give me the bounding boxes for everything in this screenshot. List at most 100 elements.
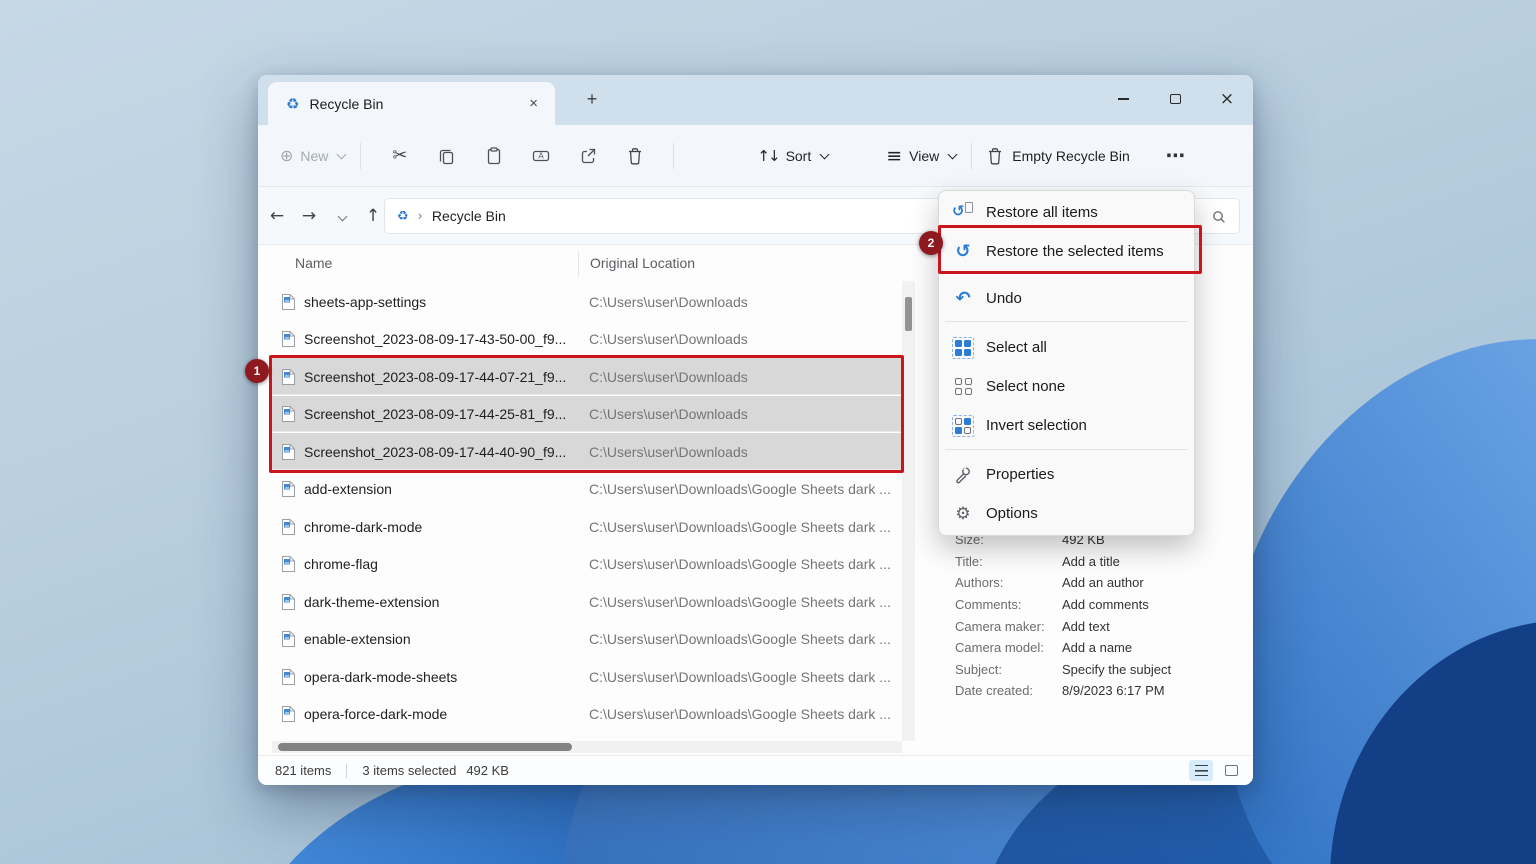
- menu-item-label: Select none: [986, 378, 1066, 395]
- svg-text:A: A: [538, 151, 544, 160]
- menu-item-label: Options: [986, 505, 1038, 522]
- selected-size: 492 KB: [466, 763, 509, 778]
- minimize-button[interactable]: [1097, 75, 1149, 123]
- address-bar[interactable]: ♻ › Recycle Bin: [384, 198, 1028, 234]
- detail-label: Camera maker:: [955, 618, 1045, 634]
- new-tab-button[interactable]: +: [578, 85, 606, 113]
- delete-button[interactable]: [611, 137, 658, 175]
- search-icon: [1213, 211, 1225, 223]
- tab-recycle-bin[interactable]: ♻ Recycle Bin ×: [268, 82, 555, 125]
- detail-value: 8/9/2023 6:17 PM: [1062, 683, 1165, 699]
- recycle-bin-icon: ♻: [286, 94, 300, 113]
- details-view-toggle[interactable]: [1189, 760, 1213, 781]
- file-name: enable-extension: [304, 631, 411, 648]
- column-header-name[interactable]: Name: [295, 255, 332, 271]
- breadcrumb-chevron-icon: ›: [417, 208, 423, 224]
- rename-icon: A: [532, 150, 550, 161]
- detail-value[interactable]: Add an author: [1062, 575, 1144, 590]
- paste-button[interactable]: [470, 137, 517, 175]
- detail-value[interactable]: Add a title: [1062, 554, 1120, 569]
- view-button[interactable]: ≡ View: [886, 145, 958, 167]
- file-location: C:\Users\user\Downloads\Google Sheets da…: [589, 668, 891, 685]
- table-row[interactable]: enable-extension C:\Users\user\Downloads…: [272, 621, 902, 659]
- cut-button[interactable]: ✂: [376, 137, 423, 175]
- selected-count: 3 items selected: [362, 763, 457, 778]
- image-file-icon: [282, 331, 295, 348]
- detail-value[interactable]: Add text: [1062, 619, 1110, 634]
- items-count: 821 items: [275, 763, 332, 778]
- forward-button[interactable]: →: [300, 206, 318, 226]
- horizontal-scrollbar[interactable]: [272, 741, 902, 753]
- close-button[interactable]: ×: [1201, 75, 1253, 123]
- menu-item-properties[interactable]: Properties: [939, 455, 1194, 494]
- detail-value[interactable]: Add comments: [1062, 597, 1149, 612]
- menu-item-select-none[interactable]: Select none: [939, 367, 1194, 406]
- table-row[interactable]: chrome-flag C:\Users\user\Downloads\Goog…: [272, 546, 902, 584]
- chevron-down-icon: [337, 211, 348, 222]
- menu-item-invert-selection[interactable]: Invert selection: [939, 406, 1194, 445]
- new-button-label: New: [300, 147, 329, 164]
- table-row[interactable]: opera-dark-mode-sheets C:\Users\user\Dow…: [272, 658, 902, 696]
- more-options-button[interactable]: ⋯: [1166, 145, 1185, 167]
- horizontal-scrollbar-thumb[interactable]: [278, 743, 572, 751]
- column-divider[interactable]: [578, 251, 579, 277]
- menu-divider: [945, 449, 1188, 450]
- image-file-icon: [282, 706, 295, 723]
- vertical-scrollbar[interactable]: [902, 281, 915, 741]
- share-button[interactable]: [564, 137, 611, 175]
- table-row[interactable]: dark-theme-extension C:\Users\user\Downl…: [272, 583, 902, 621]
- sort-button[interactable]: ↑↓ Sort: [757, 146, 830, 165]
- selection-annotation-box: [269, 355, 904, 473]
- breadcrumb[interactable]: Recycle Bin: [432, 208, 506, 224]
- tab-close-icon[interactable]: ×: [524, 94, 543, 113]
- menu-divider: [945, 321, 1188, 322]
- empty-recycle-bin-button[interactable]: Empty Recycle Bin: [987, 147, 1130, 165]
- table-row[interactable]: chrome-dark-mode C:\Users\user\Downloads…: [272, 508, 902, 546]
- image-file-icon: [282, 631, 295, 648]
- toolbar-divider: [673, 142, 675, 169]
- empty-recycle-bin-label: Empty Recycle Bin: [1012, 147, 1130, 164]
- view-toggles: [1189, 760, 1243, 781]
- back-button[interactable]: ←: [268, 206, 286, 226]
- tab-title: Recycle Bin: [309, 95, 384, 112]
- detail-value[interactable]: Add a name: [1062, 640, 1132, 655]
- file-rows: sheets-app-settings C:\Users\user\Downlo…: [272, 283, 902, 733]
- file-name: chrome-flag: [304, 556, 378, 573]
- recycle-bin-icon: ♻: [397, 208, 409, 224]
- menu-item-label: Restore all items: [986, 204, 1098, 221]
- table-row[interactable]: Screenshot_2023-08-09-17-43-50-00_f9... …: [272, 321, 902, 359]
- paste-icon: [487, 146, 501, 164]
- image-file-icon: [282, 556, 295, 573]
- sort-arrows-icon: ↑↓: [757, 146, 780, 165]
- details-panel: Size: 492 KB Title: Add a title Authors: Ad…: [955, 529, 1247, 702]
- select-none-icon: [952, 376, 974, 398]
- copy-button[interactable]: [423, 137, 470, 175]
- table-row[interactable]: opera-force-dark-mode C:\Users\user\Down…: [272, 696, 902, 734]
- detail-label: Date created:: [955, 683, 1034, 699]
- menu-item-options[interactable]: ⚙ Options: [939, 494, 1194, 533]
- menu-item-undo[interactable]: ↶ Undo: [939, 279, 1194, 318]
- properties-wrench-icon: [952, 464, 974, 486]
- options-gear-icon: ⚙: [955, 503, 971, 524]
- share-icon: [581, 148, 596, 163]
- minimize-icon: [1117, 98, 1129, 100]
- rename-button[interactable]: A: [517, 137, 564, 175]
- copy-icon: [439, 149, 454, 164]
- large-icons-view-icon: [1224, 765, 1238, 776]
- table-row[interactable]: add-extension C:\Users\user\Downloads\Go…: [272, 471, 902, 509]
- table-row[interactable]: sheets-app-settings C:\Users\user\Downlo…: [272, 283, 902, 321]
- recent-locations-button[interactable]: [332, 209, 350, 223]
- chevron-down-icon: [947, 149, 958, 159]
- menu-item-select-all[interactable]: Select all: [939, 328, 1194, 367]
- vertical-scrollbar-thumb[interactable]: [905, 297, 912, 331]
- up-button[interactable]: ↑: [364, 206, 382, 226]
- select-all-icon: [952, 336, 974, 359]
- maximize-button[interactable]: [1149, 75, 1201, 123]
- large-icons-view-toggle[interactable]: [1219, 760, 1243, 781]
- menu-item-label: Undo: [986, 290, 1022, 307]
- detail-value[interactable]: Specify the subject: [1062, 662, 1171, 677]
- new-button[interactable]: ⊕ New: [280, 146, 347, 165]
- trash-icon: [989, 147, 1002, 164]
- column-header-location[interactable]: Original Location: [590, 255, 695, 271]
- undo-icon: ↶: [955, 288, 971, 309]
